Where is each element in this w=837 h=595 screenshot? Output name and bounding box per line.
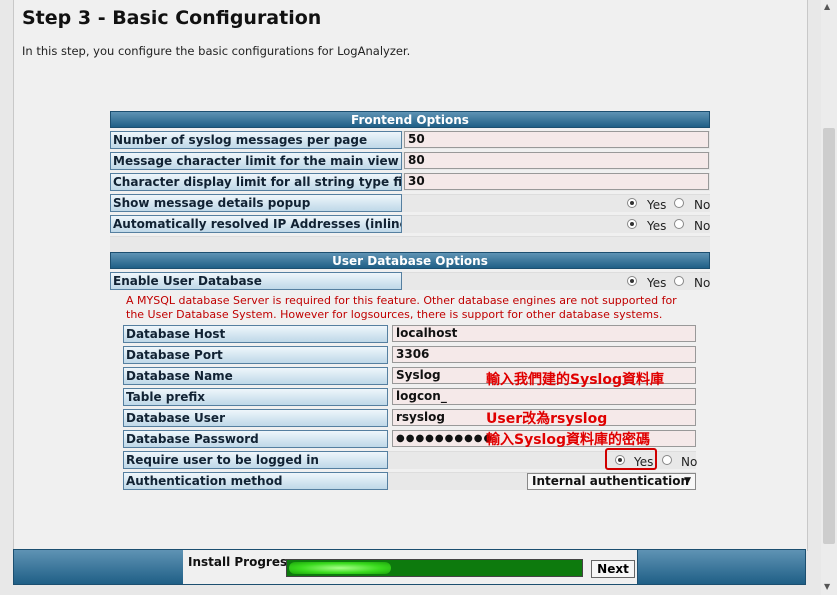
scroll-up-icon[interactable]: ▲ — [824, 2, 830, 11]
auth-method-label: Authentication method — [123, 472, 388, 490]
auth-method-select[interactable]: Internal authentication ▼ — [527, 473, 696, 490]
message-char-limit-input[interactable]: 80 — [404, 152, 709, 169]
radio-no-label: No — [694, 219, 711, 233]
db-password-label: Database Password — [123, 430, 388, 448]
syslog-per-page-input[interactable]: 50 — [404, 131, 709, 148]
radio-yes-label: Yes — [647, 276, 667, 290]
page-title: Step 3 - Basic Configuration — [22, 7, 322, 29]
message-char-limit-label: Message character limit for the main vie… — [110, 152, 402, 170]
db-port-input[interactable]: 3306 — [392, 346, 696, 363]
annotation-db-user: User改為rsyslog — [486, 411, 608, 427]
mysql-warning-text: A MYSQL database Server is required for … — [126, 294, 677, 321]
resolve-ip-no-radio[interactable] — [674, 219, 684, 229]
syslog-per-page-label: Number of syslog messages per page — [110, 131, 402, 149]
footer-bar-left — [13, 549, 184, 585]
scroll-down-icon[interactable]: ▼ — [824, 582, 830, 591]
db-name-label: Database Name — [123, 367, 388, 385]
db-user-label: Database User — [123, 409, 388, 427]
db-port-label: Database Port — [123, 346, 388, 364]
install-progress-bar — [286, 559, 583, 577]
radio-yes-label: Yes — [647, 219, 667, 233]
enable-user-db-yes-radio[interactable] — [627, 276, 637, 286]
string-display-limit-label: Character display limit for all string t… — [110, 173, 402, 191]
db-host-input[interactable]: localhost — [392, 325, 696, 342]
table-prefix-label: Table prefix — [123, 388, 388, 406]
resolve-ip-yes-radio[interactable] — [627, 219, 637, 229]
footer-bar-right — [637, 549, 806, 585]
install-progress-label: Install Progress: — [188, 555, 300, 569]
details-popup-yes-radio[interactable] — [627, 198, 637, 208]
frontend-options-header: Frontend Options — [110, 111, 710, 128]
annotation-db-name: 輸入我們建的Syslog資料庫 — [486, 372, 664, 388]
db-host-label: Database Host — [123, 325, 388, 343]
enable-user-db-no-radio[interactable] — [674, 276, 684, 286]
install-progress-fill — [289, 562, 391, 574]
radio-no-label: No — [694, 276, 711, 290]
string-display-limit-input[interactable]: 30 — [404, 173, 709, 190]
details-popup-label: Show message details popup — [110, 194, 402, 212]
table-prefix-input[interactable]: logcon_ — [392, 388, 696, 405]
resolve-ip-label: Automatically resolved IP Addresses (inl… — [110, 215, 402, 233]
scrollbar-thumb[interactable] — [823, 128, 835, 544]
highlight-box — [605, 448, 657, 470]
page-subtitle: In this step, you configure the basic co… — [22, 44, 411, 58]
radio-yes-label: Yes — [647, 198, 667, 212]
require-login-label: Require user to be logged in — [123, 451, 388, 469]
radio-no-label: No — [681, 455, 698, 469]
auth-method-value: Internal authentication — [532, 474, 690, 488]
dropdown-arrow-icon: ▼ — [684, 476, 691, 486]
annotation-db-pass: 輸入Syslog資料庫的密碼 — [486, 432, 650, 448]
user-db-options-header: User Database Options — [110, 252, 710, 269]
enable-user-db-label: Enable User Database — [110, 272, 402, 290]
details-popup-no-radio[interactable] — [674, 198, 684, 208]
require-login-no-radio[interactable] — [662, 455, 672, 465]
radio-no-label: No — [694, 198, 711, 212]
next-button[interactable]: Next — [591, 560, 635, 578]
